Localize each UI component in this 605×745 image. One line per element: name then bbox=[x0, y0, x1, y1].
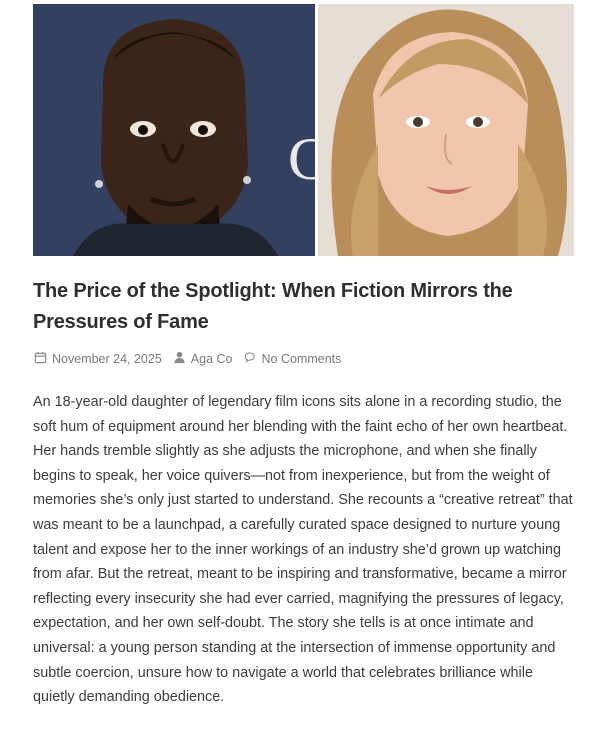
post-date-text[interactable]: November 24, 2025 bbox=[52, 352, 162, 366]
calendar-icon bbox=[34, 351, 52, 367]
post-title[interactable]: The Price of the Spotlight: When Fiction… bbox=[33, 276, 573, 338]
post-meta: November 24, 2025 Aga Co No Comments bbox=[34, 351, 352, 367]
woman-portrait-illustration bbox=[318, 4, 574, 256]
article-body: An 18-year-old daughter of legendary fil… bbox=[33, 394, 573, 706]
post-comments[interactable]: No Comments bbox=[244, 351, 342, 367]
post-comments-text[interactable]: No Comments bbox=[262, 352, 342, 366]
comments-icon bbox=[244, 351, 262, 367]
user-icon bbox=[173, 351, 191, 367]
man-portrait-photo: C bbox=[33, 4, 315, 256]
post-author[interactable]: Aga Co bbox=[173, 351, 233, 367]
man-portrait-illustration: C bbox=[33, 4, 315, 256]
post-author-text[interactable]: Aga Co bbox=[191, 352, 233, 366]
svg-text:C: C bbox=[288, 126, 315, 192]
post-date[interactable]: November 24, 2025 bbox=[34, 351, 162, 367]
featured-image: C bbox=[33, 4, 574, 256]
woman-portrait-photo bbox=[318, 4, 574, 256]
